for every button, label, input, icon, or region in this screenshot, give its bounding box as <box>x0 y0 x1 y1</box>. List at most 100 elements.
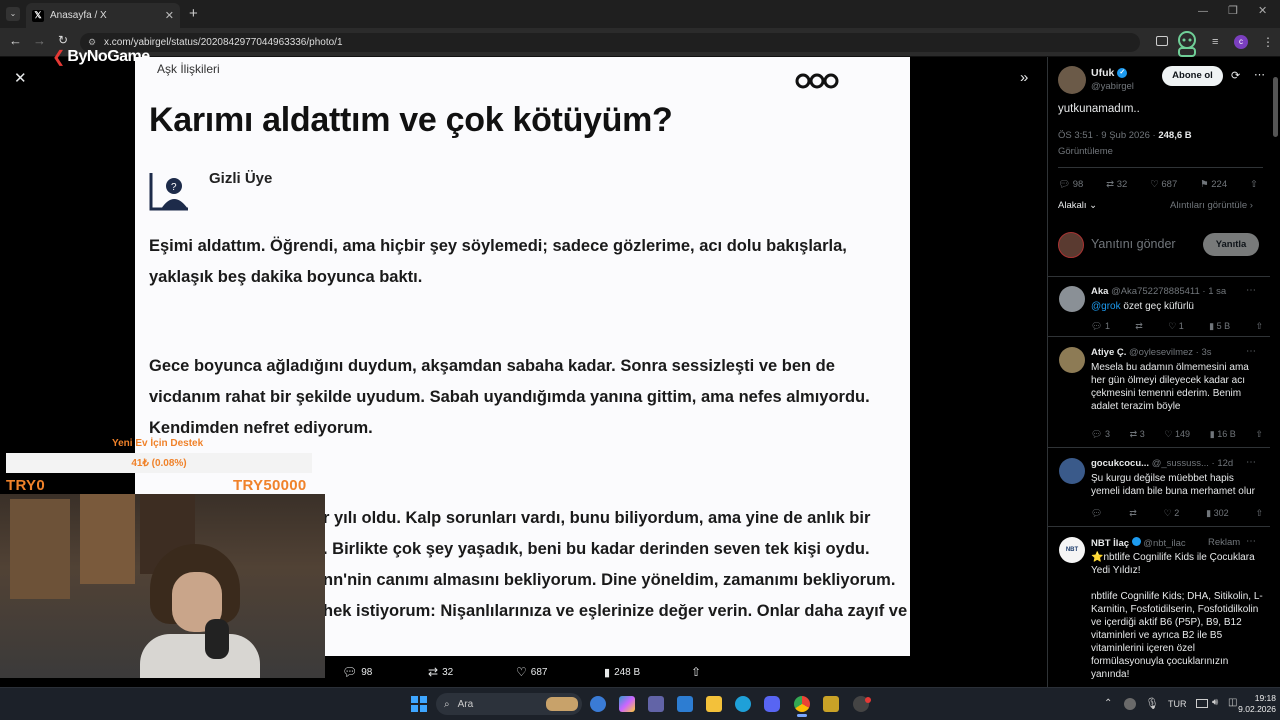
reply-header: gocukcocu... @_sussuss... · 12d <box>1091 458 1233 469</box>
playlist-icon[interactable]: ≡ <box>1212 36 1218 48</box>
view-quotes-link[interactable]: Alıntıları görüntüle › <box>1170 200 1253 211</box>
reply-stat[interactable]: 💬︎ 98 <box>1058 179 1083 190</box>
repost-stat[interactable]: ⇄ 32 <box>1106 179 1127 190</box>
photo-category: Aşk İlişkileri <box>157 62 220 76</box>
reply-handle: @_sussuss... · 12d <box>1151 458 1234 469</box>
app-icon[interactable] <box>823 696 839 712</box>
profile-avatar[interactable]: c <box>1234 35 1248 49</box>
discord-icon[interactable] <box>764 696 780 712</box>
author-handle: @yabirgel <box>1091 81 1134 92</box>
share-stat-icon[interactable]: ⇧ <box>1250 179 1258 190</box>
person-shirt <box>140 634 260 678</box>
repost-stat-count: 32 <box>1116 179 1128 190</box>
address-bar[interactable]: ⚙ x.com/yabirgel/status/2020842977044963… <box>80 33 1140 52</box>
share-icon[interactable]: ⇧ <box>1255 429 1263 440</box>
ad-item[interactable]: NBT NBT İlaç @nbt_ilac Reklam ⋯ ⭐nbtlife… <box>1048 528 1270 687</box>
more-options-icon[interactable]: ⋯ <box>1246 346 1256 357</box>
avatar[interactable] <box>1059 458 1085 484</box>
heart-icon[interactable]: ♡ 149 <box>1164 429 1190 440</box>
clock[interactable]: 19:18 9.02.2026 <box>1230 693 1276 715</box>
reply-text: Mesela bu adamın ölmemesini ama her gün … <box>1091 362 1249 412</box>
author-avatar[interactable] <box>1058 66 1086 94</box>
volume-icon[interactable]: 🔊︎ <box>1212 697 1218 708</box>
reply-input[interactable]: Yanıtını gönder <box>1091 237 1176 251</box>
edge-icon[interactable] <box>735 696 751 712</box>
forward-icon[interactable]: → <box>33 33 46 48</box>
donation-max-label: TRY50000 <box>233 477 307 494</box>
active-tab[interactable]: 𝕏 Anasayfa / X ✕ <box>26 3 180 28</box>
task-view-icon[interactable] <box>590 696 606 712</box>
new-tab-button[interactable]: + <box>189 5 198 22</box>
text-line: . Birlikte çok şey yaşadık, beni bu kada… <box>323 540 870 558</box>
reply-handle: @oylesevilmez · 3s <box>1129 347 1212 358</box>
chrome-icon[interactable] <box>794 696 810 712</box>
more-options-icon[interactable]: ⋯ <box>1246 285 1256 296</box>
heart-icon[interactable]: ♡ 2 <box>1164 508 1180 519</box>
heart-icon[interactable]: ♡ 1 <box>1168 321 1184 332</box>
media-like-button[interactable]: ♡ 687 <box>516 662 547 682</box>
store-icon[interactable] <box>677 696 693 712</box>
avatar[interactable] <box>1059 347 1085 373</box>
tray-app-icon[interactable] <box>1124 698 1136 710</box>
reply-icon[interactable]: 💬︎ 3 <box>1091 429 1110 440</box>
microphone-icon[interactable]: 🎙︎ <box>1145 697 1159 710</box>
repost-icon[interactable]: ⇄ 3 <box>1130 429 1145 440</box>
reply-icon[interactable]: 💬︎ <box>1091 508 1102 519</box>
scrollbar[interactable] <box>1273 77 1278 137</box>
cast-icon[interactable] <box>1156 36 1168 46</box>
taskbar-search[interactable]: ⌕ Ara <box>436 693 582 715</box>
advertiser-logo[interactable]: NBT <box>1059 537 1085 563</box>
author-name[interactable]: Ufuk ✓ <box>1091 67 1128 79</box>
share-icon[interactable]: ⇧ <box>1255 321 1263 332</box>
reload-icon[interactable]: ↻ <box>58 33 68 47</box>
back-icon[interactable]: ← <box>9 33 22 48</box>
views-icon[interactable]: ▮ 5 B <box>1209 321 1230 332</box>
menu-icon[interactable]: ⋮ <box>1262 35 1274 49</box>
close-media-icon[interactable]: ✕ <box>14 69 27 87</box>
more-options-icon[interactable]: ⋯ <box>1246 536 1256 547</box>
teams-icon[interactable] <box>648 696 664 712</box>
expand-sidebar-icon[interactable]: » <box>1020 69 1028 86</box>
more-options-icon[interactable]: ⋯ <box>1246 457 1256 468</box>
reply-item[interactable]: gocukcocu... @_sussuss... · 12d ⋯ Şu kur… <box>1048 449 1270 527</box>
reply-header: Atiye Ç. @oylesevilmez · 3s <box>1091 347 1212 358</box>
avatar[interactable] <box>1059 286 1085 312</box>
copilot-icon[interactable] <box>619 696 635 712</box>
language-indicator[interactable]: TUR <box>1168 699 1187 709</box>
display-icon[interactable] <box>1196 699 1208 708</box>
reply-item[interactable]: Atiye Ç. @oylesevilmez · 3s ⋯ Mesela bu … <box>1048 338 1270 448</box>
like-stat[interactable]: ♡ 687 <box>1150 179 1177 190</box>
media-repost-button[interactable]: ⇄ 32 <box>428 662 453 682</box>
view-count: 248 B <box>614 666 641 678</box>
taskbar <box>0 687 1280 720</box>
bookmark-stat[interactable]: ⚑ 224 <box>1200 179 1227 190</box>
media-views-button[interactable]: ▮ 248 B <box>604 662 640 682</box>
tweet-views-count: 248,6 B <box>1158 130 1192 141</box>
media-share-button[interactable]: ⇧ <box>691 662 701 682</box>
tab-close-icon[interactable]: ✕ <box>165 9 174 22</box>
reply-icon[interactable]: 💬︎ 1 <box>1091 321 1110 332</box>
grok-icon[interactable]: ⟳ <box>1231 69 1240 82</box>
reply-submit-button[interactable]: Yanıtla <box>1203 233 1259 256</box>
repost-icon[interactable]: ⇄ <box>1135 321 1143 332</box>
file-explorer-icon[interactable] <box>706 696 722 712</box>
reply-stats: 💬︎ 1 ⇄ ♡ 1 ▮ 5 B ⇧ <box>1091 321 1263 332</box>
maximize-button[interactable]: ❐ <box>1228 4 1238 17</box>
more-options-icon[interactable]: ⋯ <box>1254 68 1265 81</box>
share-icon[interactable]: ⇧ <box>1255 508 1263 519</box>
views-icon[interactable]: ▮ 302 <box>1206 508 1228 519</box>
close-window-button[interactable]: ✕ <box>1258 4 1267 17</box>
minimize-button[interactable]: — <box>1198 6 1208 17</box>
views-icon[interactable]: ▮ 16 B <box>1210 429 1236 440</box>
tab-search-button[interactable]: ⌄ <box>6 7 20 21</box>
like-count: 687 <box>530 666 548 678</box>
tray-chevron-icon[interactable]: ⌃ <box>1104 698 1112 709</box>
reply-item[interactable]: Aka @Aka752278885411 · 1 sa ⋯ @grok özet… <box>1048 277 1270 337</box>
sort-dropdown[interactable]: Alakalı ⌄ <box>1058 200 1097 211</box>
repost-icon[interactable]: ⇄ <box>1129 508 1137 519</box>
extension-robot-icon[interactable] <box>1174 30 1200 60</box>
mention-link[interactable]: @grok <box>1091 301 1121 312</box>
start-icon[interactable] <box>411 696 427 712</box>
follow-button[interactable]: Abone ol <box>1162 66 1223 86</box>
media-reply-button[interactable]: 💬︎ 98 <box>342 662 372 682</box>
